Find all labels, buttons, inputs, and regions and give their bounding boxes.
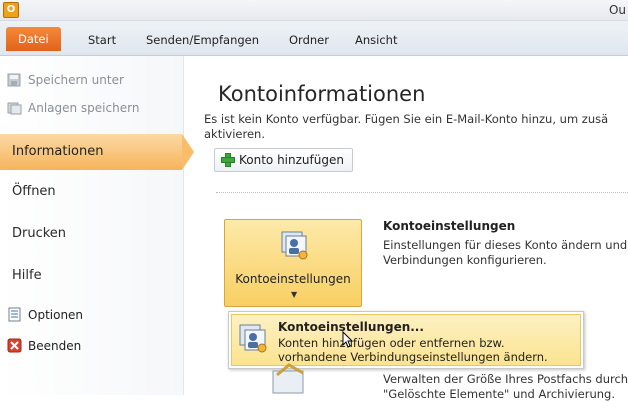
plus-icon	[221, 153, 235, 167]
tab-datei[interactable]: Datei	[6, 27, 61, 51]
mouse-cursor-icon	[342, 331, 354, 348]
nav-save-as-label: Speichern unter	[28, 73, 124, 87]
section-description: Einstellungen für dieses Konto ändern un…	[383, 238, 627, 268]
nav-informationen[interactable]: Informationen	[0, 134, 194, 170]
section-description-line2: Verbindungen konfigurieren.	[383, 253, 547, 267]
menu-item-account-settings[interactable]: Kontoeinstellungen... Konten hinzufügen …	[231, 314, 581, 366]
section-description-line1: Einstellungen für dieses Konto ändern un…	[383, 238, 628, 252]
nav-beenden-label: Beenden	[28, 339, 82, 353]
nav-hilfe[interactable]: Hilfe	[0, 258, 170, 294]
tab-ordner[interactable]: Ordner	[283, 29, 335, 51]
chevron-down-icon: ▼	[291, 290, 298, 299]
save-as-icon	[7, 73, 21, 87]
outlook-app-icon[interactable]: O	[3, 2, 19, 18]
nav-optionen[interactable]: Optionen	[8, 307, 84, 322]
add-account-label: Konto hinzufügen	[239, 153, 344, 167]
nav-beenden[interactable]: Beenden	[7, 338, 82, 353]
nav-save-attachments[interactable]: Anlagen speichern	[7, 101, 140, 115]
menu-item-description-line2: vorhandene Verbindungseinstellungen ände…	[278, 350, 548, 364]
nav-oeffnen[interactable]: Öffnen	[0, 174, 170, 210]
account-settings-button[interactable]: Kontoeinstellungen ▼	[224, 219, 362, 307]
nav-save-as[interactable]: Speichern unter	[7, 73, 124, 87]
tab-start[interactable]: Start	[82, 29, 122, 51]
cleanup-description: Verwalten der Größe Ihres Postfachs durc…	[383, 372, 628, 402]
section-title: Kontoeinstellungen	[383, 219, 516, 233]
window-title: Ou	[608, 3, 626, 17]
title-bar: O Ou	[0, 0, 628, 21]
tab-senden-empfangen[interactable]: Senden/Empfangen	[140, 29, 265, 51]
tab-ansicht[interactable]: Ansicht	[349, 29, 403, 51]
account-settings-icon	[281, 231, 308, 260]
nav-drucken[interactable]: Drucken	[0, 216, 170, 252]
backstage-nav: Speichern unter Anlagen speichern Inform…	[0, 56, 194, 395]
account-description-line1: Es ist kein Konto verfügbar. Fügen Sie e…	[204, 112, 609, 126]
account-settings-button-label: Kontoeinstellungen	[235, 272, 351, 286]
nav-informationen-label: Informationen	[12, 144, 104, 159]
menu-item-description-line1: Konten hinzufügen oder entfernen bzw.	[278, 336, 505, 350]
account-settings-icon	[239, 324, 267, 353]
account-description: Es ist kein Konto verfügbar. Fügen Sie e…	[204, 112, 628, 142]
ribbon-tabs: Datei Start Senden/Empfangen Ordner Ansi…	[0, 21, 628, 56]
options-icon	[8, 307, 21, 322]
add-account-button[interactable]: Konto hinzufügen	[214, 148, 353, 172]
nav-oeffnen-label: Öffnen	[12, 184, 56, 199]
cleanup-description-line1: Verwalten der Größe Ihres Postfachs durc…	[383, 372, 628, 386]
attachments-icon	[7, 102, 22, 115]
account-description-line2: aktivieren.	[204, 127, 265, 141]
menu-item-description: Konten hinzufügen oder entfernen bzw. vo…	[278, 336, 548, 364]
nav-save-attachments-label: Anlagen speichern	[28, 101, 140, 115]
close-icon	[7, 338, 22, 353]
mailbox-cleanup-icon	[272, 363, 304, 394]
section-divider	[216, 192, 628, 193]
nav-drucken-label: Drucken	[12, 226, 67, 241]
page-title: Kontoinformationen	[218, 82, 426, 106]
nav-optionen-label: Optionen	[28, 308, 84, 322]
nav-hilfe-label: Hilfe	[12, 268, 42, 283]
